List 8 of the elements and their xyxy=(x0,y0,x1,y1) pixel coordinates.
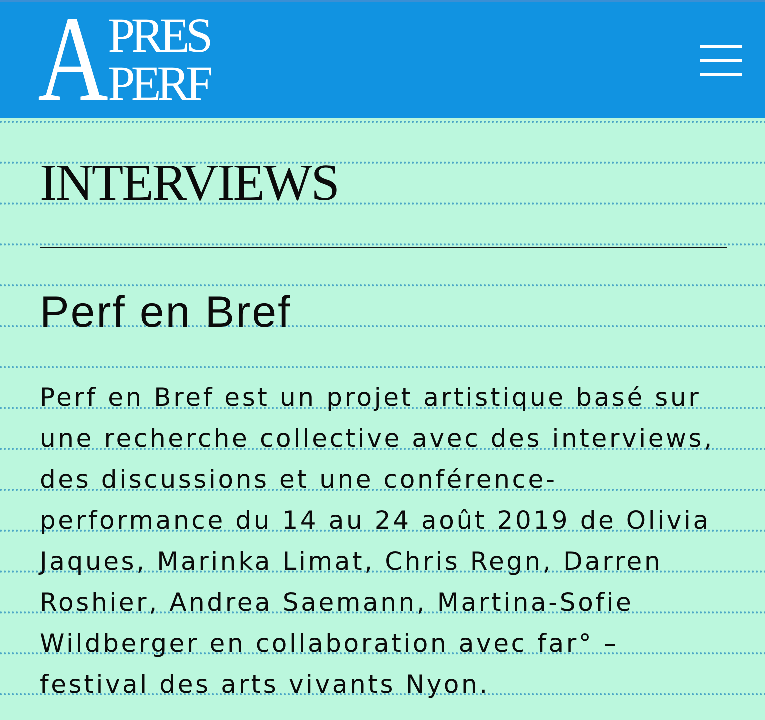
section-title: INTERVIEWS xyxy=(40,160,339,208)
article-title: Perf en Bref xyxy=(40,291,292,335)
menu-button[interactable] xyxy=(700,44,742,76)
logo-bottom-word[interactable]: PERF xyxy=(108,66,210,102)
logo-initial[interactable]: A xyxy=(38,18,108,102)
article-text: Perf en Bref est un projet artistique basé sur une recherche collective avec des interviews, des discussions et une conférence-performance du 14 au 24 août 2019 de Olivia Jaques, Marinka Limat, Chris Regn, Darren Roshier, Andrea Saemann, Martina-Sofie Wildberger en collaboration avec far° – festival des arts vivants Nyon. xyxy=(40,382,716,701)
menu-icon xyxy=(700,44,742,76)
logo-top-word[interactable]: PRES xyxy=(108,18,210,54)
